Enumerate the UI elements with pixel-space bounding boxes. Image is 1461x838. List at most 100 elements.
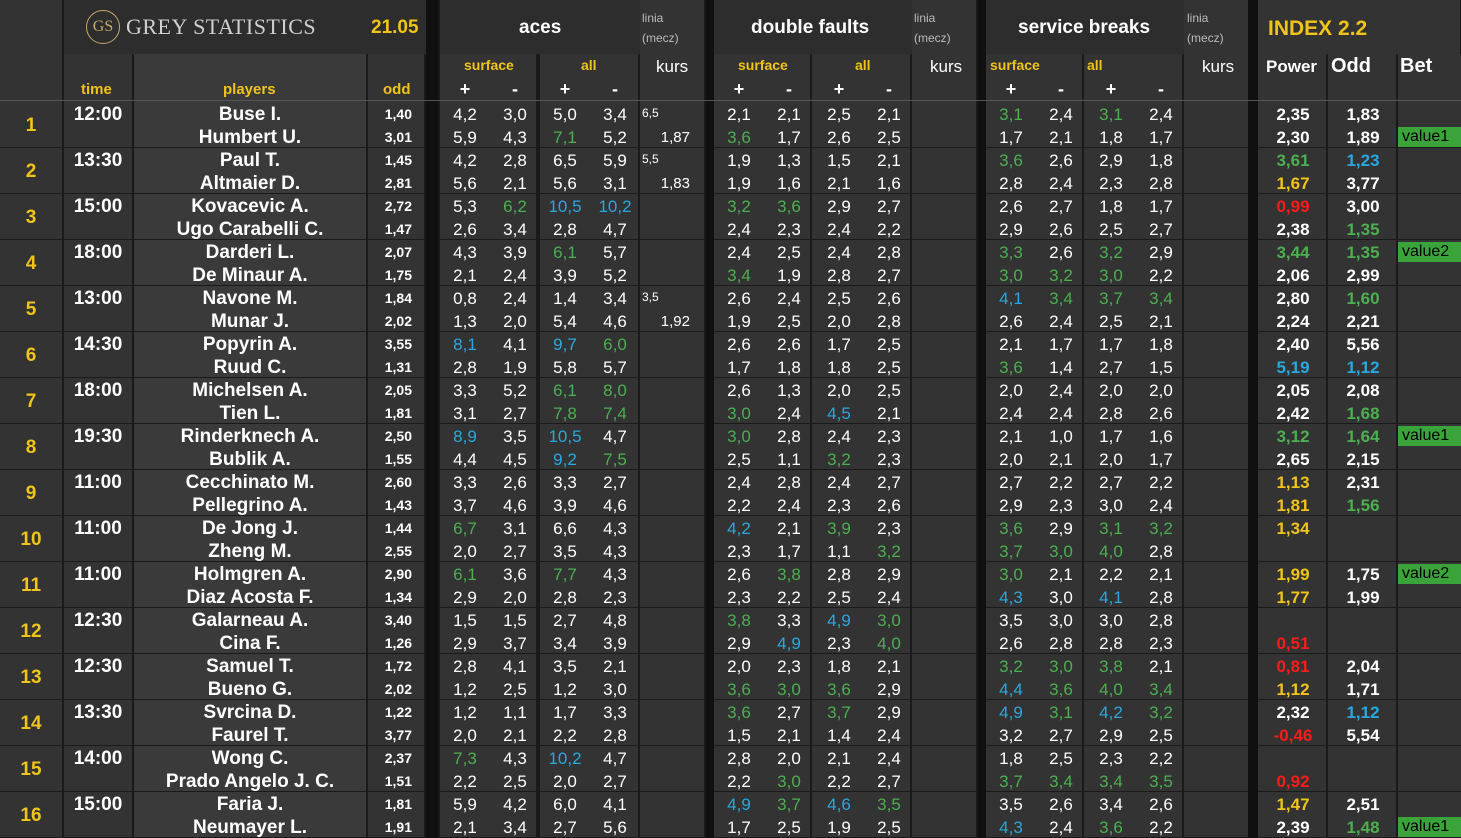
sb-value: 2,1 [1149, 312, 1173, 331]
aces-value: 4,3 [603, 519, 627, 538]
df-value: 3,6 [727, 703, 751, 722]
df-value: 2,5 [877, 358, 901, 377]
sb-value: 3,6 [1049, 680, 1073, 699]
df-value: 3,0 [777, 772, 801, 791]
aces-value: 4,6 [603, 496, 627, 515]
power-value: 1,13 [1276, 473, 1310, 492]
aces-value: 6,5 [553, 151, 577, 170]
aces-value: 6,7 [453, 519, 477, 538]
sb-value: 2,6 [1049, 243, 1073, 262]
df-value: 4,9 [777, 634, 801, 653]
power-value: 2,80 [1276, 289, 1310, 308]
df-value: 2,7 [777, 703, 801, 722]
df-value: 2,0 [827, 312, 851, 331]
match-time: 19:30 [73, 426, 123, 447]
col-kurs: kurs [656, 57, 689, 76]
sb-value: 2,9 [1099, 726, 1123, 745]
col-plus: + [1105, 79, 1117, 99]
match-number: 16 [20, 805, 42, 826]
aces-value: 4,1 [503, 335, 527, 354]
df-value: 2,4 [727, 473, 751, 492]
header-bg [640, 0, 704, 54]
power-value: 2,39 [1276, 818, 1310, 837]
aces-value: 3,9 [553, 496, 577, 515]
aces-value: 2,7 [553, 611, 577, 630]
player-name: Kovacevic A. [191, 196, 309, 217]
linia-label: linia [642, 11, 664, 25]
group-aces: aces [519, 17, 562, 38]
df-value: 3,6 [777, 197, 801, 216]
col-plus: + [459, 79, 471, 99]
player-odd: 3,77 [384, 727, 412, 743]
mecz-label: (mecz) [642, 31, 679, 45]
df-value: 2,7 [877, 772, 901, 791]
aces-value: 7,5 [603, 450, 627, 469]
df-value: 1,9 [727, 174, 751, 193]
player-odd: 1,45 [384, 152, 412, 168]
df-value: 2,1 [827, 749, 851, 768]
aces-value: 8,1 [453, 335, 477, 354]
aces-value: 4,7 [603, 427, 627, 446]
df-value: 1,4 [827, 726, 851, 745]
player-name: Michelsen A. [192, 380, 308, 401]
aces-value: 6,2 [503, 197, 527, 216]
col-minus: - [886, 79, 892, 99]
sb-value: 2,1 [1049, 565, 1073, 584]
sb-value: 2,9 [1099, 151, 1123, 170]
aces-value: 5,7 [603, 243, 627, 262]
player-name: Popyrin A. [202, 334, 298, 355]
match-number: 15 [20, 759, 42, 780]
aces-value: 5,2 [503, 381, 527, 400]
df-value: 2,4 [727, 220, 751, 239]
player-odd: 3,55 [384, 336, 412, 352]
aces-value: 1,1 [503, 703, 527, 722]
sb-value: 1,6 [1149, 427, 1173, 446]
player-odd: 1,47 [384, 221, 412, 237]
odd2-value: 1,35 [1346, 243, 1380, 262]
sb-value: 3,4 [1149, 680, 1173, 699]
aces-value: 2,6 [453, 220, 477, 239]
aces-value: 4,7 [603, 220, 627, 239]
match-number: 5 [25, 299, 37, 320]
power-value: 0,81 [1276, 657, 1310, 676]
match-time: 15:00 [73, 196, 123, 217]
aces-value: 2,9 [453, 588, 477, 607]
df-value: 2,7 [877, 197, 901, 216]
df-value: 3,9 [827, 519, 851, 538]
df-value: 2,6 [727, 289, 751, 308]
df-value: 2,1 [777, 726, 801, 745]
aces-value: 5,9 [453, 128, 477, 147]
aces-value: 3,0 [603, 680, 627, 699]
player-name: Galarneau A. [191, 610, 309, 631]
aces-value: 3,4 [553, 634, 577, 653]
df-value: 2,5 [827, 105, 851, 124]
match-time: 11:00 [74, 564, 122, 585]
aces-value: 3,5 [503, 427, 527, 446]
sb-value: 2,2 [1149, 818, 1173, 837]
sb-value: 2,6 [999, 634, 1023, 653]
aces-value: 2,2 [453, 772, 477, 791]
df-value: 2,3 [777, 220, 801, 239]
aces-value: 7,8 [553, 404, 577, 423]
header-left-bg [0, 0, 62, 100]
sb-value: 2,4 [1049, 404, 1073, 423]
df-value: 1,3 [777, 151, 801, 170]
aces-value: 6,0 [553, 795, 577, 814]
sb-value: 2,4 [1149, 496, 1173, 515]
index-title: INDEX 2.2 [1268, 17, 1368, 40]
aces-value: 3,4 [603, 289, 627, 308]
df-value: 2,8 [727, 749, 751, 768]
df-value: 2,5 [777, 818, 801, 837]
aces-value: 3,3 [553, 473, 577, 492]
sb-value: 2,3 [1099, 749, 1123, 768]
aces-value: 8,0 [603, 381, 627, 400]
power-value: -0,46 [1273, 726, 1313, 745]
df-value: 2,5 [877, 381, 901, 400]
sb-value: 2,5 [1099, 220, 1123, 239]
match-number: 10 [20, 529, 42, 550]
aces-value: 8,9 [453, 427, 477, 446]
sb-value: 2,8 [1049, 634, 1073, 653]
sb-value: 3,6 [999, 358, 1023, 377]
player-name: Bublik A. [209, 449, 291, 470]
odd2-value: 1,35 [1346, 220, 1380, 239]
